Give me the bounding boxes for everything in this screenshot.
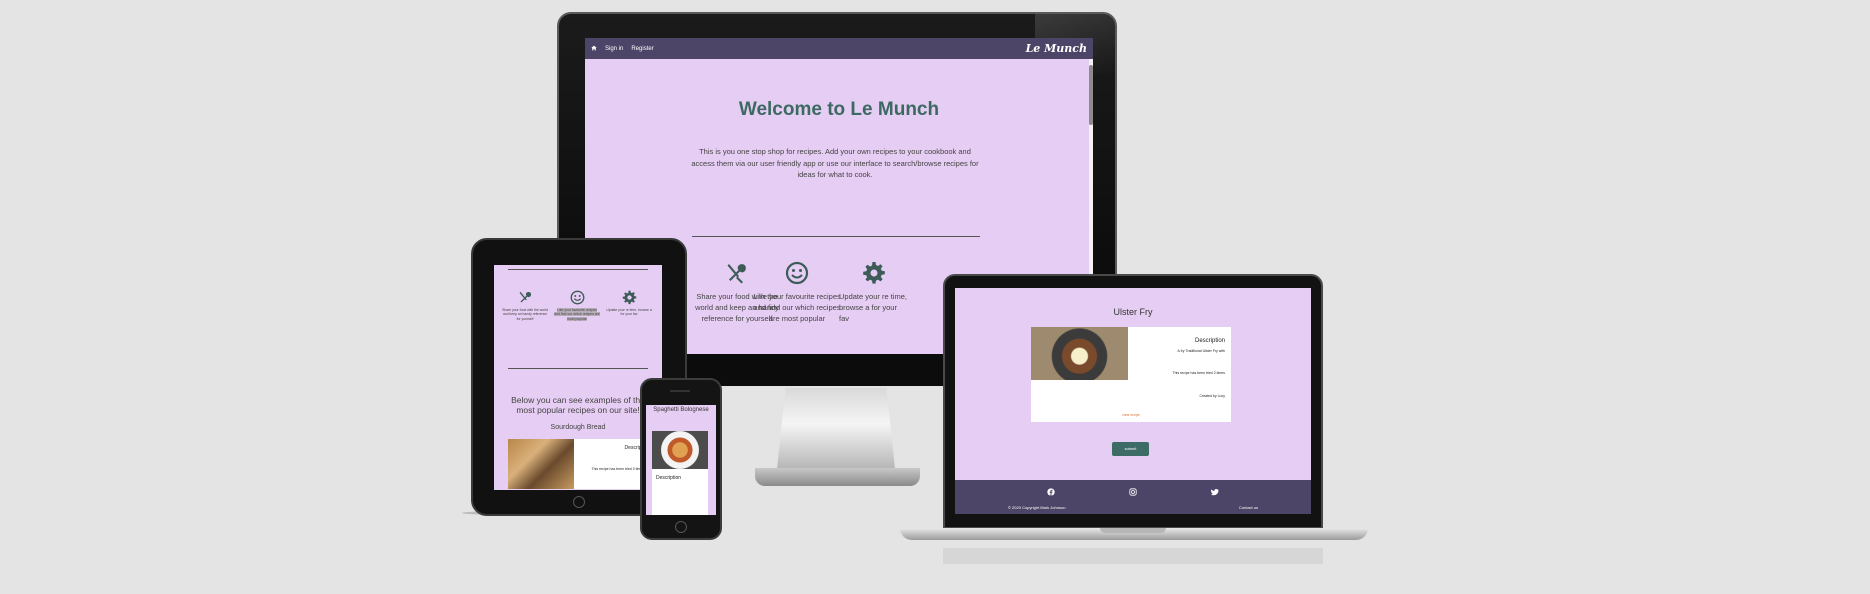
laptop-notch — [1100, 528, 1166, 533]
monitor-base — [755, 468, 920, 486]
popular-heading: Below you can see examples of the most p… — [511, 395, 645, 416]
recipe-author: Created by Lucy — [1199, 394, 1226, 398]
recipe-title: Spaghetti Bolognese — [653, 407, 709, 413]
feature-like-col: Like your favourite recipes and find our… — [751, 260, 843, 324]
divider — [508, 368, 648, 369]
recipe-tried-count: This recipe has been tried 2 times — [1172, 371, 1225, 375]
tablet-feature-update-text: Update your re time, browse a for your f… — [606, 307, 652, 317]
recipe-card[interactable]: Descripti This recipe has been tried 0 t… — [508, 439, 648, 489]
recipe-title: Sourdough Bread — [550, 424, 606, 431]
laptop-shadow — [943, 548, 1323, 564]
smile-icon — [751, 260, 843, 285]
tablet-feature-like-text: Like your favourite recipes and find our… — [554, 307, 600, 322]
phone-speaker — [670, 390, 690, 392]
recipe-description-label: Description — [656, 475, 682, 481]
recipe-title: Ulster Fry — [1113, 307, 1153, 317]
tablet-feature-update: Update your re time, browse a for your f… — [606, 289, 652, 317]
nav-register-link[interactable]: Register — [631, 46, 653, 52]
recipe-tried-count: This recipe has been tried 0 times — [591, 467, 644, 471]
tablet-feature-like: Like your favourite recipes and find our… — [554, 289, 600, 322]
gear-icon — [606, 289, 652, 305]
tablet-screen: Share your food with the world and keep … — [494, 265, 662, 490]
copyright-text: © 2020 Copyright Mark Johnson — [1008, 505, 1066, 510]
facebook-icon[interactable] — [1047, 487, 1055, 496]
recipe-summary: A fry Traditional Ulster Fry with — [1177, 349, 1225, 353]
laptop-screen: Ulster Fry Description A fry Traditional… — [955, 288, 1311, 514]
smile-icon — [554, 289, 600, 305]
twitter-icon[interactable] — [1211, 487, 1219, 496]
gear-icon — [839, 260, 909, 285]
recipe-image — [652, 431, 708, 469]
tablet-home-button — [573, 496, 585, 508]
recipe-card[interactable]: Description — [652, 469, 708, 515]
footer: © 2020 Copyright Mark Johnson Contact us — [955, 480, 1311, 514]
monitor-stand — [776, 388, 896, 478]
instagram-icon[interactable] — [1129, 487, 1137, 496]
recipe-image — [1031, 327, 1128, 380]
intro-text: This is you one stop shop for recipes. A… — [691, 147, 979, 180]
feature-update-text: Update your re time, browse a for your f… — [839, 291, 907, 324]
recipe-card[interactable]: Description A fry Traditional Ulster Fry… — [1031, 327, 1231, 422]
phone-home-button — [675, 521, 687, 533]
utensils-icon — [502, 289, 548, 305]
nav-sign-in-link[interactable]: Sign in — [605, 46, 623, 52]
page-title: Welcome to Le Munch — [738, 99, 940, 120]
contact-link[interactable]: Contact us — [1239, 505, 1258, 510]
navbar: Sign in Register Le Munch — [585, 38, 1093, 59]
home-icon[interactable] — [591, 45, 597, 52]
feature-update: Update your re time, browse a for your f… — [839, 260, 909, 324]
phone-screen: Spaghetti Bolognese Description — [646, 405, 716, 515]
divider — [692, 236, 980, 237]
recipe-image — [508, 439, 574, 489]
feature-like-text: Like your favourite recipes and find our… — [753, 291, 841, 324]
view-recipe-link[interactable]: view recipe — [1031, 413, 1231, 417]
brand-logo[interactable]: Le Munch — [1026, 42, 1087, 55]
recipe-description-label: Description — [1194, 338, 1225, 344]
tablet-feature-share: Share your food with the world and keep … — [502, 289, 548, 322]
submit-button[interactable]: submit — [1112, 442, 1149, 456]
tablet-feature-share-text: Share your food with the world and keep … — [502, 307, 548, 322]
divider — [508, 269, 648, 270]
